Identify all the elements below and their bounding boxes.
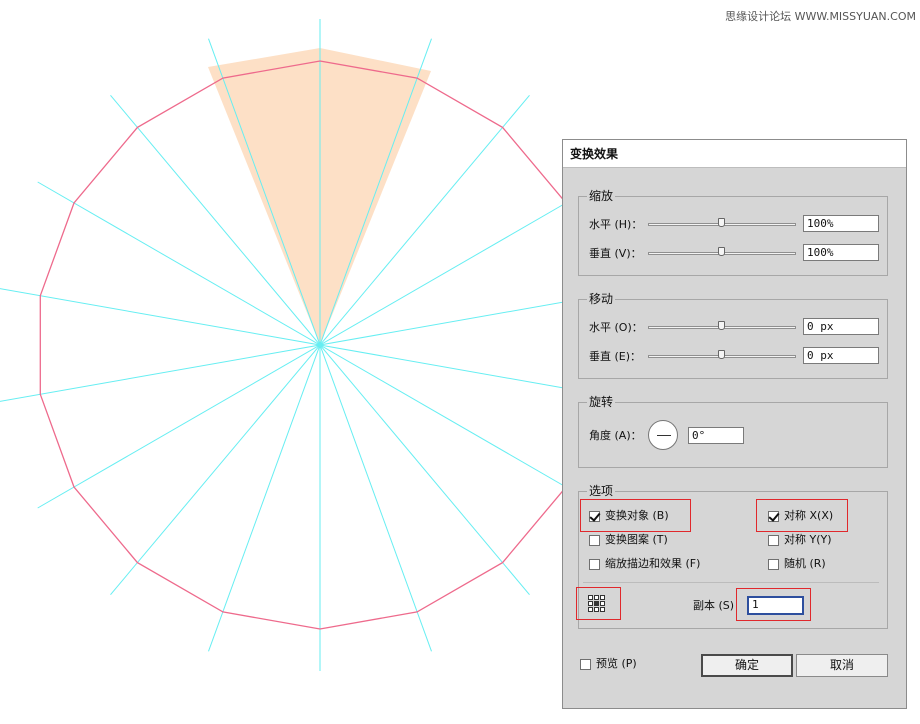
move-horizontal-label: 水平 (O)： xyxy=(589,321,643,334)
scale-horizontal-label: 水平 (H)： xyxy=(589,218,643,231)
highlight-reflect-x xyxy=(756,499,848,532)
reflect-y-checkbox[interactable] xyxy=(768,535,779,546)
copies-label: 副本 (S) xyxy=(693,599,735,612)
scale-horizontal-input[interactable]: 100% xyxy=(803,215,879,232)
move-vertical-thumb[interactable] xyxy=(718,350,725,359)
rotate-legend: 旋转 xyxy=(587,394,616,410)
rotate-angle-input[interactable]: 0° xyxy=(688,427,744,444)
move-legend: 移动 xyxy=(587,291,616,307)
options-separator xyxy=(583,582,879,583)
move-vertical-label: 垂直 (E)： xyxy=(589,350,642,363)
move-vertical-input[interactable]: 0 px xyxy=(803,347,879,364)
scale-vertical-input[interactable]: 100% xyxy=(803,244,879,261)
options-legend: 选项 xyxy=(587,483,616,499)
preview-label: 预览 (P) xyxy=(596,657,637,670)
cancel-button[interactable]: 取消 xyxy=(796,654,888,677)
rotate-group: 旋转 角度 (A)： 0° xyxy=(578,394,888,468)
reflect-y-label: 对称 Y(Y) xyxy=(784,533,832,546)
move-horizontal-input[interactable]: 0 px xyxy=(803,318,879,335)
move-group: 移动 水平 (O)： 0 px 垂直 (E)： 0 px xyxy=(578,291,888,379)
scale-legend: 缩放 xyxy=(587,188,616,204)
angle-dial-icon[interactable] xyxy=(648,420,678,450)
ok-button[interactable]: 确定 xyxy=(701,654,793,677)
transform-effect-dialog: 变换效果 缩放 水平 (H)： 100% 垂直 (V)： 100% 移动 水平 … xyxy=(562,139,907,709)
dialog-title: 变换效果 xyxy=(563,140,906,168)
scale-strokes-label: 缩放描边和效果 (F) xyxy=(605,557,701,570)
highlight-reference-point xyxy=(576,587,621,620)
random-checkbox[interactable] xyxy=(768,559,779,570)
transform-patterns-label: 变换图案 (T) xyxy=(605,533,668,546)
transform-patterns-checkbox[interactable] xyxy=(589,535,600,546)
center-point xyxy=(318,343,322,347)
highlight-copies xyxy=(736,588,811,621)
scale-vertical-label: 垂直 (V)： xyxy=(589,247,642,260)
watermark: 思缘设计论坛 WWW.MISSYUAN.COM xyxy=(725,10,916,23)
highlight-transform-objects xyxy=(580,499,691,532)
random-label: 随机 (R) xyxy=(784,557,826,570)
scale-vertical-thumb[interactable] xyxy=(718,247,725,256)
scale-group: 缩放 水平 (H)： 100% 垂直 (V)： 100% xyxy=(578,188,888,276)
preview-checkbox[interactable] xyxy=(580,659,591,670)
move-horizontal-thumb[interactable] xyxy=(718,321,725,330)
scale-horizontal-thumb[interactable] xyxy=(718,218,725,227)
scale-strokes-checkbox[interactable] xyxy=(589,559,600,570)
rotate-angle-label: 角度 (A)： xyxy=(589,429,642,442)
